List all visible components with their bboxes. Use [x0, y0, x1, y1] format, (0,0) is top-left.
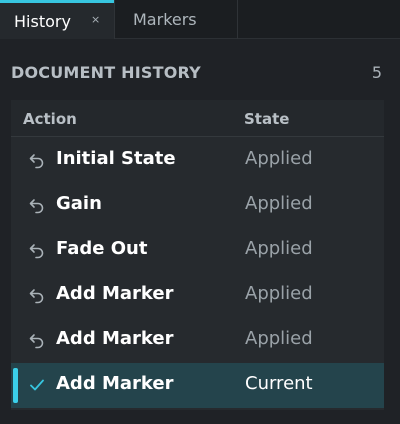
history-state: Applied — [245, 283, 313, 304]
undo-icon — [29, 199, 44, 214]
history-action: Gain — [56, 193, 102, 214]
tab-history[interactable]: History × — [0, 0, 114, 39]
table-row[interactable]: Add Marker Applied — [11, 273, 384, 318]
history-state: Current — [245, 373, 313, 394]
table-header: Action State — [11, 100, 384, 137]
undo-icon — [29, 244, 44, 259]
history-action: Add Marker — [56, 283, 174, 304]
column-header-state: State — [244, 110, 290, 128]
table-row[interactable]: Initial State Applied — [11, 138, 384, 183]
history-state: Applied — [245, 193, 313, 214]
section-title: DOCUMENT HISTORY — [11, 63, 201, 82]
tab-history-label: History — [14, 11, 71, 31]
tab-markers[interactable]: Markers — [114, 0, 238, 39]
tab-markers-label: Markers — [133, 10, 197, 29]
table-row[interactable]: Fade Out Applied — [11, 228, 384, 273]
checkmark-icon — [30, 379, 44, 391]
column-header-action: Action — [23, 110, 77, 128]
table-row[interactable]: Add Marker Applied — [11, 318, 384, 363]
undo-icon — [29, 154, 44, 169]
history-action: Initial State — [56, 148, 176, 169]
current-indicator-bar — [13, 368, 18, 403]
history-state: Applied — [245, 238, 313, 259]
table-row[interactable]: Gain Applied — [11, 183, 384, 228]
history-table: Action State Initial State Applied Gain … — [11, 100, 384, 410]
history-count: 5 — [371, 63, 382, 82]
panel-tab-bar: History × Markers — [0, 0, 400, 39]
table-row-current[interactable]: Add Marker Current — [11, 363, 384, 408]
history-state: Applied — [245, 328, 313, 349]
undo-icon — [29, 289, 44, 304]
close-icon[interactable]: × — [91, 13, 100, 26]
history-state: Applied — [245, 148, 313, 169]
history-action: Add Marker — [56, 328, 174, 349]
history-action: Add Marker — [56, 373, 174, 394]
history-action: Fade Out — [56, 238, 148, 259]
undo-icon — [29, 334, 44, 349]
